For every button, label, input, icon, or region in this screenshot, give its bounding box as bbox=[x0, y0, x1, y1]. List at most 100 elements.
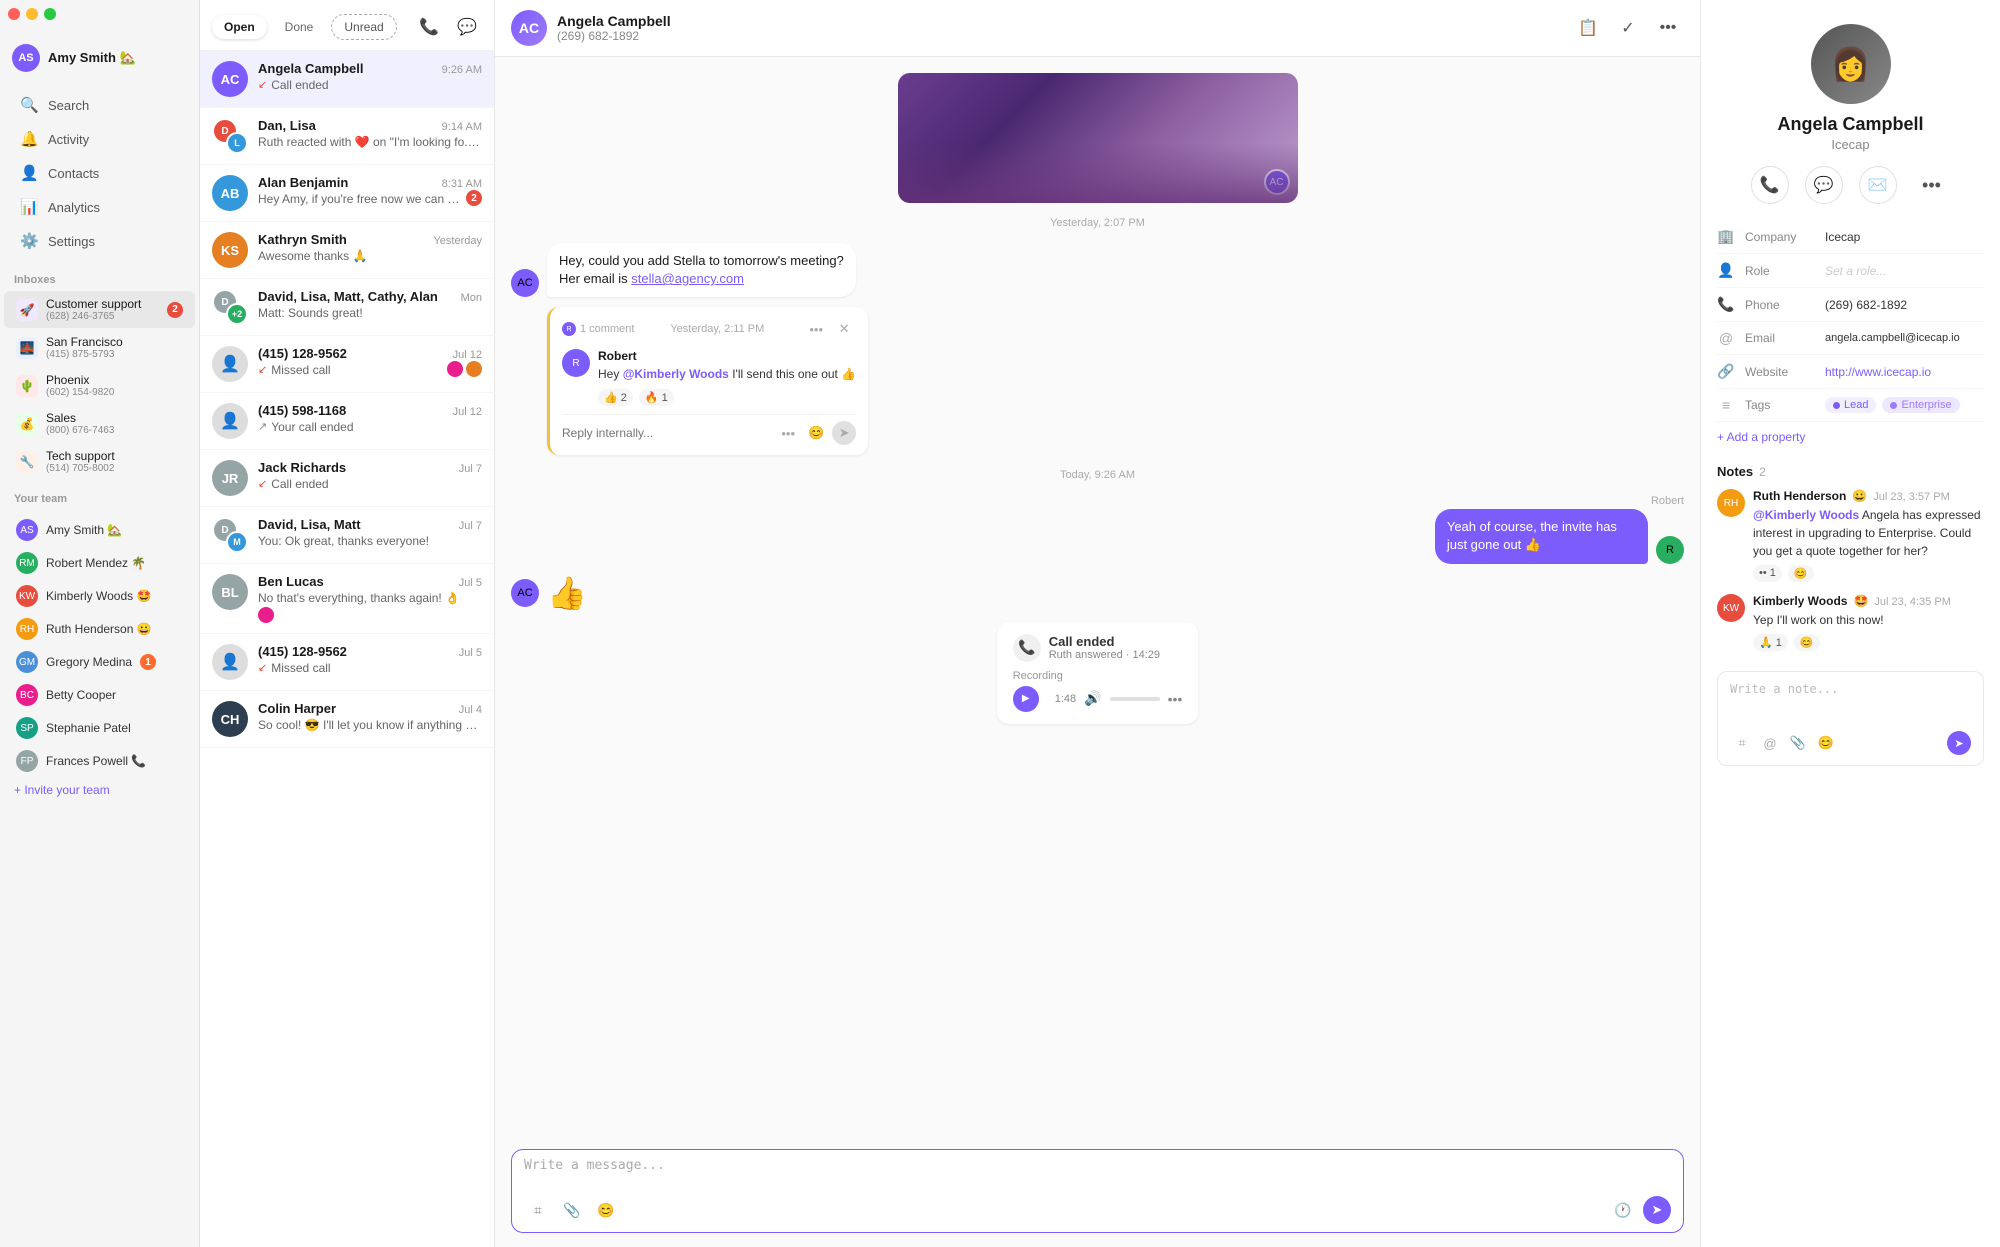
conv-item-dan-lisa[interactable]: D L Dan, Lisa 9:14 AM Ruth reacted with … bbox=[200, 108, 494, 165]
timestamp: Today, 9:26 AM bbox=[511, 469, 1684, 481]
note-attachment-button[interactable]: 📎 bbox=[1786, 731, 1810, 755]
team-item-frances[interactable]: FP Frances Powell 📞 bbox=[4, 745, 195, 777]
note-input[interactable] bbox=[1730, 682, 1971, 722]
message-input[interactable] bbox=[524, 1158, 1671, 1190]
note-reactions: •• 1 😊 bbox=[1753, 565, 1984, 582]
note-slash-button[interactable]: ⌗ bbox=[1730, 731, 1754, 755]
thread-more-button[interactable]: ••• bbox=[804, 317, 828, 341]
invite-team-link[interactable]: + Invite your team bbox=[0, 778, 199, 802]
inbox-item-san-francisco[interactable]: 🌉 San Francisco (415) 875-5793 bbox=[4, 329, 195, 366]
sidebar-item-activity[interactable]: 🔔 Activity bbox=[6, 123, 193, 155]
send-icon-button[interactable]: ➤ bbox=[832, 421, 856, 445]
reply-input[interactable] bbox=[562, 426, 776, 440]
thread-close-button[interactable]: ✕ bbox=[832, 317, 856, 341]
msg-avatar: AC bbox=[511, 269, 539, 297]
add-property-row[interactable]: + Add a property bbox=[1701, 422, 2000, 452]
tab-open[interactable]: Open bbox=[212, 15, 267, 39]
sidebar-item-label: Analytics bbox=[48, 200, 100, 215]
conv-item-colin[interactable]: CH Colin Harper Jul 4 So cool! 😎 I'll le… bbox=[200, 691, 494, 748]
inbox-item-sales[interactable]: 💰 Sales (800) 676-7463 bbox=[4, 405, 195, 442]
inbox-name: Tech support bbox=[46, 449, 183, 463]
phone-icon-button[interactable]: 📞 bbox=[414, 12, 444, 42]
email-link[interactable]: stella@agency.com bbox=[631, 271, 744, 286]
tag-enterprise[interactable]: Enterprise bbox=[1882, 397, 1959, 413]
note-reaction[interactable]: •• 1 bbox=[1753, 565, 1782, 582]
sidebar-item-contacts[interactable]: 👤 Contacts bbox=[6, 157, 193, 189]
emoji-picker-button[interactable]: 😊 bbox=[592, 1196, 620, 1224]
inbox-item-phoenix[interactable]: 🌵 Phoenix (602) 154-9820 bbox=[4, 367, 195, 404]
conv-item-jack[interactable]: JR Jack Richards Jul 7 ↙ Call ended bbox=[200, 450, 494, 507]
contact-chat-button[interactable]: 💬 bbox=[1805, 166, 1843, 204]
minimize-button[interactable] bbox=[26, 8, 38, 20]
conv-item-alan[interactable]: AB Alan Benjamin 8:31 AM Hey Amy, if you… bbox=[200, 165, 494, 222]
conv-time: 9:14 AM bbox=[442, 121, 482, 133]
conv-item-415-128[interactable]: 👤 (415) 128-9562 Jul 12 ↙ Missed call bbox=[200, 336, 494, 393]
reaction[interactable]: 👍 2 bbox=[598, 389, 633, 406]
team-item-amy[interactable]: AS Amy Smith 🏡 bbox=[4, 514, 195, 546]
slash-command-button[interactable]: ⌗ bbox=[524, 1196, 552, 1224]
maximize-button[interactable] bbox=[44, 8, 56, 20]
thread-time: Yesterday, 2:11 PM bbox=[670, 323, 764, 335]
timestamp: Yesterday, 2:07 PM bbox=[511, 217, 1684, 229]
tab-done[interactable]: Done bbox=[273, 15, 326, 39]
play-button[interactable]: ▶ bbox=[1013, 686, 1039, 712]
detail-value-role[interactable]: Set a role... bbox=[1825, 264, 1984, 278]
chat-icon-button[interactable]: 💬 bbox=[452, 12, 482, 42]
emoji-icon-button[interactable]: 😊 bbox=[804, 421, 828, 445]
note-mention-button[interactable]: @ bbox=[1758, 731, 1782, 755]
team-item-gregory[interactable]: GM Gregory Medina 1 bbox=[4, 646, 195, 678]
contact-email-button[interactable]: ✉️ bbox=[1859, 166, 1897, 204]
sidebar-item-settings[interactable]: ⚙️ Settings bbox=[6, 225, 193, 257]
conv-avatar-phone: 👤 bbox=[212, 346, 248, 382]
contact-more-button[interactable]: ••• bbox=[1913, 166, 1951, 204]
team-item-ruth[interactable]: RH Ruth Henderson 😀 bbox=[4, 613, 195, 645]
note-text: Yep I'll work on this now! bbox=[1753, 611, 1984, 629]
conv-item-angela[interactable]: AC Angela Campbell 9:26 AM ↙ Call ended bbox=[200, 51, 494, 108]
more-options-button[interactable]: ••• bbox=[1652, 12, 1684, 44]
send-button[interactable]: ➤ bbox=[1643, 1196, 1671, 1224]
team-item-stephanie[interactable]: SP Stephanie Patel bbox=[4, 712, 195, 744]
chat-header-avatar: AC bbox=[511, 10, 547, 46]
team-item-kimberly[interactable]: KW Kimberly Woods 🤩 bbox=[4, 580, 195, 612]
more-icon-button[interactable]: ••• bbox=[776, 421, 800, 445]
inbox-item-tech-support[interactable]: 🔧 Tech support (514) 705-8002 bbox=[4, 443, 195, 480]
conv-item-david-group[interactable]: D +2 David, Lisa, Matt, Cathy, Alan Mon … bbox=[200, 279, 494, 336]
sidebar-item-analytics[interactable]: 📊 Analytics bbox=[6, 191, 193, 223]
detail-label: Company bbox=[1745, 230, 1815, 244]
conv-avatar: CH bbox=[212, 701, 248, 737]
detail-value-website[interactable]: http://www.icecap.io bbox=[1825, 365, 1984, 379]
conv-item-ben[interactable]: BL Ben Lucas Jul 5 No that's everything,… bbox=[200, 564, 494, 634]
team-item-robert[interactable]: RM Robert Mendez 🌴 bbox=[4, 547, 195, 579]
conv-preview: Call ended bbox=[271, 78, 328, 92]
inbox-icon-phoenix: 🌵 bbox=[16, 375, 38, 397]
conv-preview: No that's everything, thanks again! 👌 bbox=[258, 591, 482, 605]
sidebar-item-search[interactable]: 🔍 Search bbox=[6, 89, 193, 121]
volume-slider[interactable] bbox=[1110, 697, 1160, 701]
detail-value-company: Icecap bbox=[1825, 230, 1984, 244]
team-item-betty[interactable]: BC Betty Cooper bbox=[4, 679, 195, 711]
note-item-2: KW Kimberly Woods 🤩 Jul 23, 4:35 PM Yep … bbox=[1717, 594, 1984, 651]
attachment-button[interactable]: 📎 bbox=[558, 1196, 586, 1224]
inbox-badge: 2 bbox=[167, 302, 183, 318]
note-reaction[interactable]: 🙏 1 bbox=[1753, 634, 1788, 651]
conv-time: Jul 5 bbox=[459, 647, 482, 659]
tab-unread[interactable]: Unread bbox=[331, 14, 396, 40]
note-emoji-button[interactable]: 😊 bbox=[1814, 731, 1838, 755]
resolve-button[interactable]: ✓ bbox=[1612, 12, 1644, 44]
close-button[interactable] bbox=[8, 8, 20, 20]
contact-call-button[interactable]: 📞 bbox=[1751, 166, 1789, 204]
recording-more-button[interactable]: ••• bbox=[1168, 691, 1183, 707]
inbox-item-customer-support[interactable]: 🚀 Customer support (628) 246-3765 2 bbox=[4, 291, 195, 328]
conv-item-david-matt[interactable]: D M David, Lisa, Matt Jul 7 You: Ok grea… bbox=[200, 507, 494, 564]
tag-lead[interactable]: Lead bbox=[1825, 397, 1876, 413]
conv-item-415-128-2[interactable]: 👤 (415) 128-9562 Jul 5 ↙ Missed call bbox=[200, 634, 494, 691]
user-avatar: AS bbox=[12, 44, 40, 72]
reaction[interactable]: 🔥 1 bbox=[639, 389, 674, 406]
conv-item-415-598[interactable]: 👤 (415) 598-1168 Jul 12 ↗ Your call ende… bbox=[200, 393, 494, 450]
conv-item-kathryn[interactable]: KS Kathryn Smith Yesterday Awesome thank… bbox=[200, 222, 494, 279]
note-reaction-emoji[interactable]: 😊 bbox=[1788, 565, 1814, 582]
schedule-button[interactable]: 🕐 bbox=[1609, 1196, 1637, 1224]
note-reaction-emoji[interactable]: 😊 bbox=[1794, 634, 1820, 651]
share-button[interactable]: 📋 bbox=[1572, 12, 1604, 44]
note-send-button[interactable]: ➤ bbox=[1947, 731, 1971, 755]
